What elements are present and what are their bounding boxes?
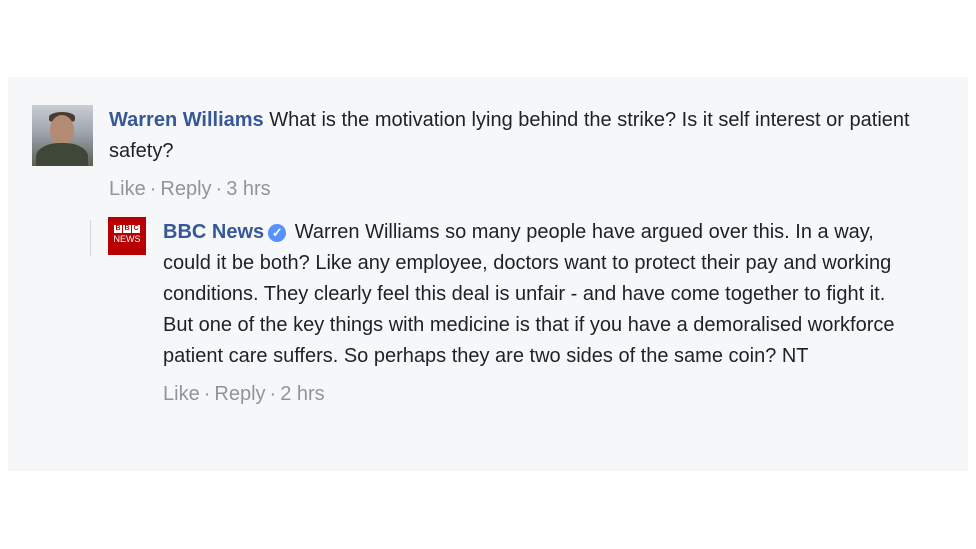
reply-link[interactable]: Reply	[214, 383, 265, 405]
reply-content: BBC News ✓ Warren Williams so many people…	[163, 217, 908, 410]
separator-dot: ·	[203, 383, 211, 405]
comment-warren-williams: Warren Williams What is the motivation l…	[32, 105, 932, 205]
separator-dot: ·	[215, 178, 223, 200]
verified-badge-icon: ✓	[268, 224, 287, 242]
bbc-news-logo[interactable]: B B C NEWS	[108, 217, 146, 255]
bbc-blocks: B B C	[108, 225, 146, 233]
reply-thread-line	[90, 220, 91, 256]
bbc-block-b2: B	[123, 225, 131, 233]
like-link[interactable]: Like	[109, 178, 146, 200]
comment-body: Warren Williams What is the motivation l…	[109, 105, 932, 167]
timestamp-link[interactable]: 2 hrs	[280, 383, 324, 405]
comment-content: Warren Williams What is the motivation l…	[109, 105, 932, 205]
reply-link[interactable]: Reply	[160, 178, 211, 200]
user-avatar[interactable]	[32, 105, 93, 166]
separator-dot: ·	[269, 383, 277, 405]
timestamp-link[interactable]: 3 hrs	[226, 178, 270, 200]
comment-actions: Like · Reply · 3 hrs	[109, 174, 932, 205]
comment-bbc-news-reply: B B C NEWS BBC News ✓ Warren Williams so …	[108, 217, 908, 410]
reply-body: BBC News ✓ Warren Williams so many people…	[163, 217, 908, 372]
reply-text: Warren Williams so many people have argu…	[163, 221, 895, 367]
comments-panel: Warren Williams What is the motivation l…	[8, 77, 968, 471]
reply-author-link[interactable]: BBC News	[163, 221, 264, 243]
bbc-block-c: C	[132, 225, 140, 233]
bbc-logo-word: NEWS	[113, 234, 141, 244]
avatar-face	[50, 115, 74, 145]
comment-author-link[interactable]: Warren Williams	[109, 109, 264, 131]
like-link[interactable]: Like	[163, 383, 200, 405]
separator-dot: ·	[149, 178, 157, 200]
bbc-block-b1: B	[114, 225, 122, 233]
reply-actions: Like · Reply · 2 hrs	[163, 379, 908, 410]
avatar-shoulders	[36, 143, 88, 166]
